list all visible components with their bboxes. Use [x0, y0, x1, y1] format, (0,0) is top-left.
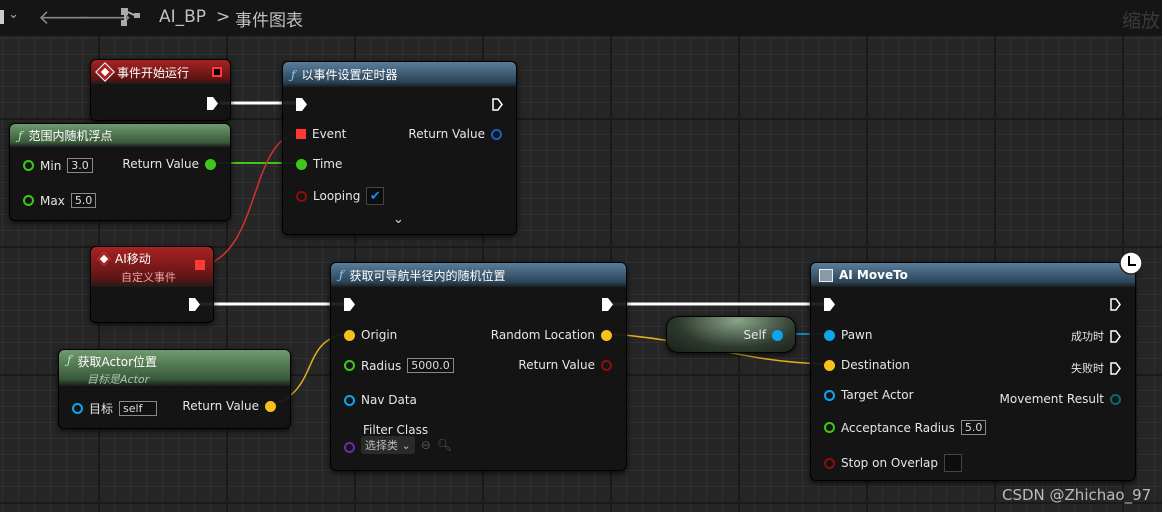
pin-label-return-value: Return Value — [182, 399, 259, 413]
node-title: 获取Actor位置 — [77, 355, 158, 369]
exec-out-pin[interactable] — [189, 298, 200, 311]
pin-label-return-value: Return Value — [122, 157, 199, 171]
async-node-icon — [819, 268, 833, 282]
bool-pin[interactable] — [296, 190, 307, 202]
pin-label-target: 目标 — [89, 402, 114, 416]
object-out-pin[interactable] — [772, 329, 783, 341]
object-pin[interactable] — [824, 329, 835, 341]
exec-out-pin[interactable] — [1110, 361, 1121, 375]
function-icon: ƒ — [339, 268, 344, 282]
float-pin[interactable] — [824, 422, 835, 433]
pin-label-acceptance-radius: Acceptance Radius — [841, 420, 955, 435]
float-out-pin[interactable] — [205, 158, 216, 170]
pin-label-return-value: Return Value — [518, 358, 595, 372]
node-title: 事件开始运行 — [117, 65, 190, 80]
pin-label-origin: Origin — [361, 328, 398, 342]
node-custom-event-ai-move[interactable]: AI移动 自定义事件 — [90, 246, 214, 323]
bool-pin[interactable] — [824, 457, 835, 469]
object-pin[interactable] — [344, 394, 355, 406]
function-icon: ƒ — [67, 353, 72, 367]
pin-label-random-location: Random Location — [490, 328, 595, 342]
pin-label-movement-result: Movement Result — [999, 392, 1104, 406]
exec-out-pin[interactable] — [602, 298, 613, 311]
struct-pin[interactable] — [491, 128, 502, 140]
watermark: CSDN @Zhichao_97 — [1002, 486, 1152, 504]
exec-out-pin[interactable] — [1110, 329, 1121, 343]
exec-in-pin[interactable] — [824, 298, 835, 311]
node-title: AI MoveTo — [839, 268, 908, 282]
vector-out-pin[interactable] — [601, 329, 612, 341]
pin-label-target-actor: Target Actor — [841, 388, 914, 402]
exec-in-pin[interactable] — [344, 298, 355, 311]
self-label: Self — [743, 328, 766, 342]
browse-search-icon[interactable]: 🔍︎ — [437, 438, 452, 452]
pin-label-nav-data: Nav Data — [361, 393, 417, 407]
pin-label-event: Event — [312, 127, 347, 141]
pin-label-on-fail: 失败时 — [1071, 362, 1104, 375]
delegate-pin[interactable] — [212, 67, 222, 77]
pin-label-stop-on-overlap: Stop on Overlap — [841, 456, 939, 470]
function-icon: ƒ — [18, 128, 23, 143]
node-subtitle: 目标是Actor — [87, 373, 150, 386]
pin-label-looping: Looping — [313, 189, 361, 203]
node-self[interactable]: Self — [666, 316, 796, 353]
target-input[interactable]: self — [119, 401, 158, 416]
vector-out-pin[interactable] — [265, 400, 276, 412]
event-diamond-icon — [96, 251, 112, 266]
pin-label-return-value: Return Value — [408, 127, 485, 141]
class-pin[interactable] — [344, 442, 355, 453]
exec-in-pin[interactable] — [296, 98, 307, 111]
float-pin[interactable] — [296, 158, 307, 170]
pin-label-pawn: Pawn — [841, 328, 873, 342]
node-subtitle: 自定义事件 — [121, 271, 176, 284]
pin-label-time: Time — [313, 157, 343, 171]
pin-label-on-success: 成功时 — [1071, 330, 1104, 343]
delegate-pin[interactable] — [296, 129, 306, 139]
pin-label-destination: Destination — [841, 358, 910, 372]
filter-class-select[interactable]: 选择类 ⌄ — [361, 436, 415, 454]
node-event-begin-play[interactable]: 事件开始运行 — [90, 59, 231, 121]
object-pin[interactable] — [824, 389, 835, 401]
node-get-actor-location[interactable]: ƒ 获取Actor位置 目标是Actor 目标 self Return Value — [58, 349, 291, 429]
bool-out-pin[interactable] — [601, 359, 612, 371]
delegate-pin[interactable] — [195, 260, 205, 270]
float-pin[interactable] — [23, 160, 34, 171]
node-set-timer-by-event[interactable]: ƒ 以事件设置定时器 Event Return Value Time Loopin… — [282, 61, 517, 235]
node-title: 获取可导航半径内的随机位置 — [349, 268, 506, 283]
exec-out-pin[interactable] — [492, 98, 503, 111]
pin-label-radius: Radius — [361, 358, 402, 373]
clock-icon — [1119, 251, 1143, 275]
select-value: 选择类 — [365, 439, 398, 452]
acceptance-radius-input[interactable]: 5.0 — [960, 420, 987, 435]
max-input[interactable]: 5.0 — [70, 193, 97, 208]
looping-checkbox[interactable]: ✔ — [366, 187, 385, 205]
node-ai-moveto[interactable]: AI MoveTo Pawn Destination Target Actor … — [810, 262, 1136, 481]
function-icon: ƒ — [291, 67, 296, 82]
float-pin[interactable] — [344, 360, 355, 371]
object-pin[interactable] — [72, 403, 83, 414]
event-diamond-icon — [95, 62, 115, 82]
vector-pin[interactable] — [824, 359, 835, 371]
node-title: 范围内随机浮点 — [28, 129, 113, 143]
pin-label-filter-class: Filter Class — [363, 423, 429, 437]
node-title: 以事件设置定时器 — [301, 68, 398, 82]
enum-out-pin[interactable] — [1110, 393, 1121, 405]
pin-label-max: Max — [40, 193, 65, 208]
radius-input[interactable]: 5000.0 — [407, 358, 454, 373]
expand-chevron-icon[interactable]: ⌄ — [393, 212, 404, 227]
node-random-float-in-range[interactable]: ƒ 范围内随机浮点 Min 3.0 Max 5.0 Return Value — [9, 123, 231, 221]
node-title: AI移动 — [115, 252, 151, 266]
min-input[interactable]: 3.0 — [67, 158, 93, 173]
vector-pin[interactable] — [344, 329, 355, 341]
node-get-random-location-in-radius[interactable]: ƒ 获取可导航半径内的随机位置 Origin Radius 5000.0 Nav D… — [330, 262, 627, 471]
exec-out-pin[interactable] — [1110, 298, 1121, 311]
use-selected-icon[interactable]: ⊖ — [421, 438, 431, 452]
pin-label-min: Min — [40, 158, 62, 173]
float-pin[interactable] — [23, 195, 34, 206]
stop-on-overlap-checkbox[interactable] — [944, 454, 963, 472]
exec-out-pin[interactable] — [207, 97, 218, 110]
